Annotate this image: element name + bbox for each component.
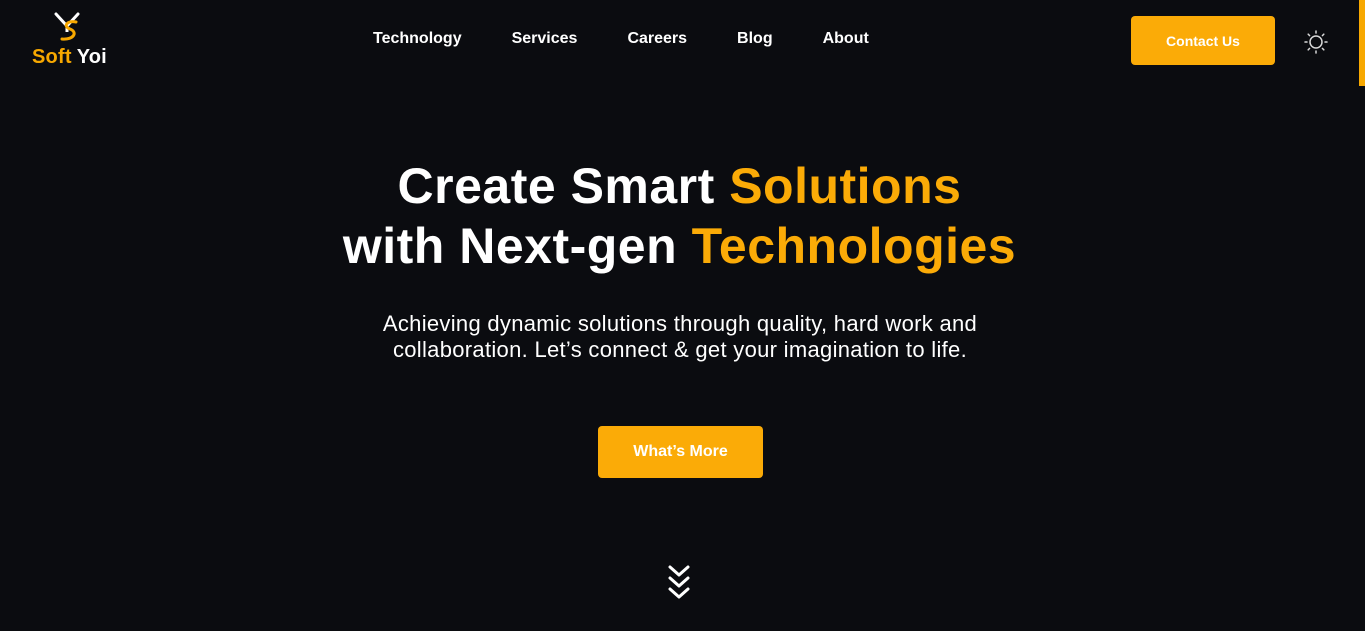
page-scrollbar[interactable] <box>1359 0 1365 86</box>
triple-chevron-down-icon <box>668 565 690 599</box>
nav-item-careers[interactable]: Careers <box>627 30 687 48</box>
hero-title-line1-accent: Solutions <box>729 158 962 214</box>
logo-word-yoi: Yoi <box>76 46 107 68</box>
nav-item-services[interactable]: Services <box>512 30 578 48</box>
nav-item-blog[interactable]: Blog <box>737 30 773 48</box>
logo[interactable]: Soft Yoi <box>30 12 120 72</box>
theme-toggle-button[interactable] <box>1303 29 1329 55</box>
sun-icon <box>1304 30 1328 54</box>
page: Soft Yoi Technology Services Careers Blog… <box>0 0 1365 631</box>
logo-wordmark: Soft Yoi <box>32 46 107 69</box>
nav-item-technology[interactable]: Technology <box>373 30 462 48</box>
whats-more-button[interactable]: What’s More <box>598 426 763 478</box>
main-nav: Technology Services Careers Blog About <box>373 30 919 48</box>
hero-title-line2-text: with Next-gen <box>342 218 692 274</box>
logo-word-soft: Soft <box>32 46 72 68</box>
hero-subtitle: Achieving dynamic solutions through qual… <box>382 311 978 362</box>
hero-title-line1-text: Create Smart <box>397 158 730 214</box>
nav-item-about[interactable]: About <box>823 30 869 48</box>
contact-us-button[interactable]: Contact Us <box>1131 16 1275 65</box>
site-header: Soft Yoi Technology Services Careers Blog… <box>0 0 1359 84</box>
hero-title-line2-accent: Technologies <box>691 218 1017 274</box>
scroll-down-button[interactable] <box>666 563 692 603</box>
hero-title: Create Smart Solutions with Next-gen Tec… <box>0 156 1359 276</box>
ys-monogram-icon <box>54 12 80 41</box>
